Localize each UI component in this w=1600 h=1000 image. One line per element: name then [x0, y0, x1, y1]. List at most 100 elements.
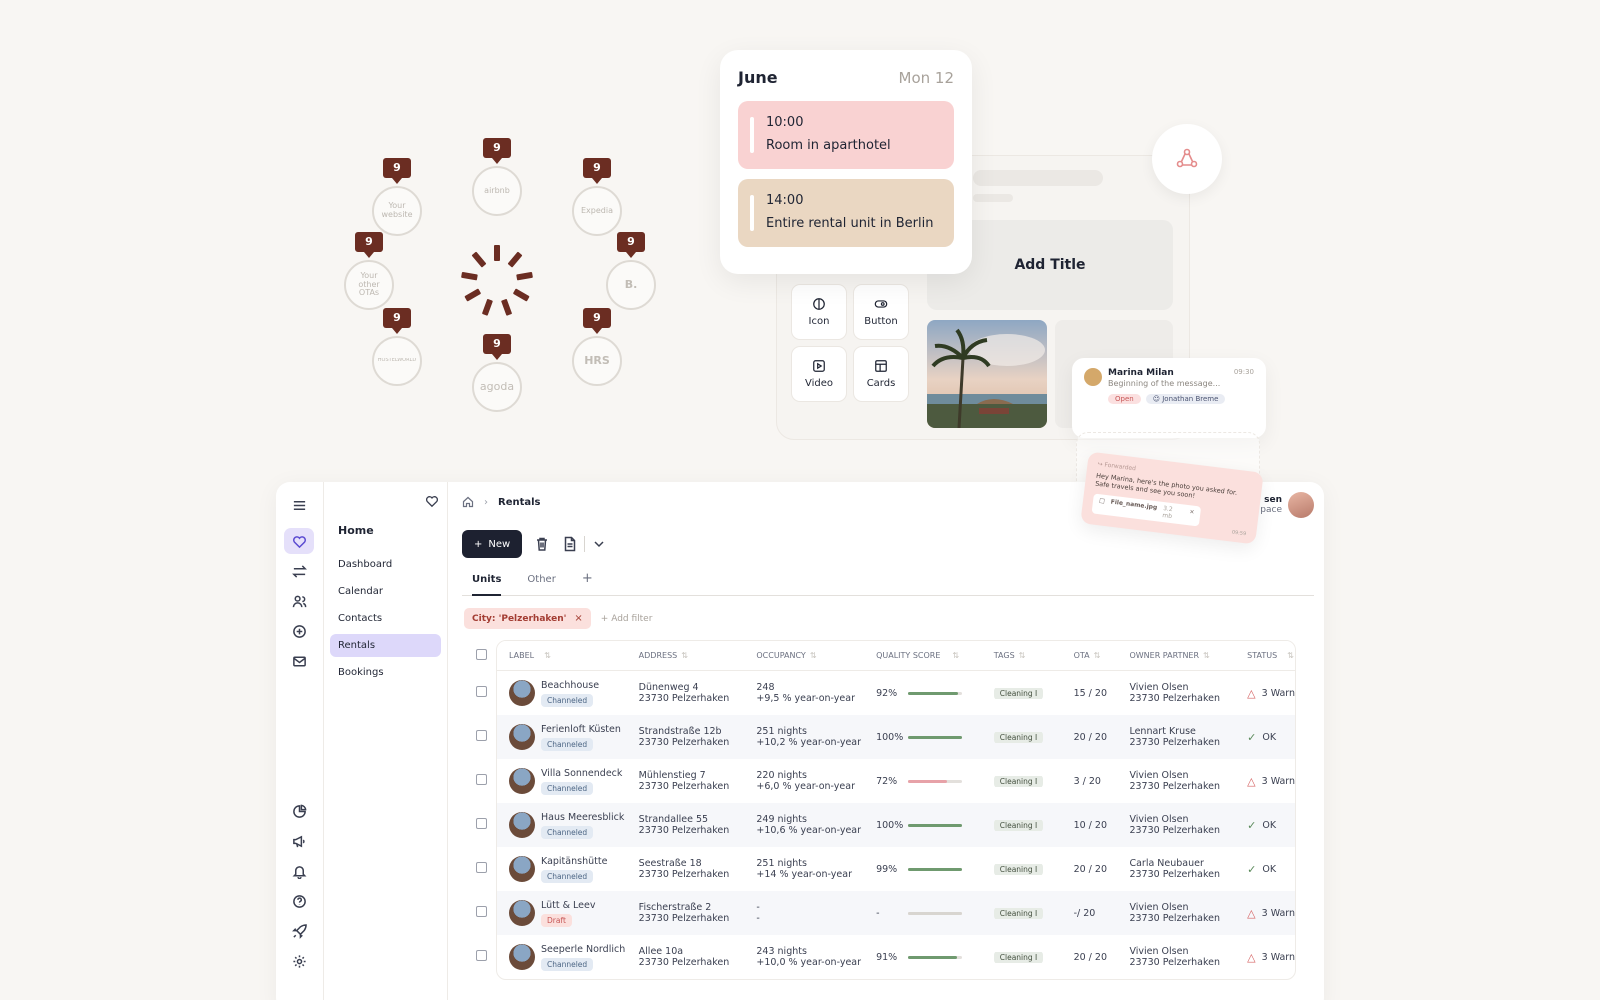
export-options-dropdown[interactable]	[591, 536, 607, 552]
ota-count-badge: 9	[617, 232, 645, 252]
skeleton-line	[973, 170, 1103, 186]
table-row[interactable]: Beachhouse Channeled Dünenweg 4 23730 Pelze…	[497, 671, 1295, 715]
file-size: 3.2 mb	[1161, 504, 1174, 520]
cell-tags: Cleaning I	[982, 819, 1062, 831]
table-row[interactable]: Lütt & Leev Draft Fischerstraße 2 23730 Pel…	[497, 891, 1295, 935]
row-checkbox[interactable]	[476, 730, 487, 741]
nav-marketing[interactable]	[284, 828, 314, 854]
owner-name[interactable]: Vivien Olsen	[1129, 682, 1235, 693]
table-row[interactable]: Villa Sonnendeck Channeled Mühlenstieg 7 23…	[497, 759, 1295, 803]
tab-other[interactable]: Other	[527, 574, 555, 596]
block-icon[interactable]: Icon	[791, 284, 847, 340]
block-cards[interactable]: Cards	[853, 346, 909, 402]
column-header[interactable]: ADDRESS ⇅	[627, 651, 745, 660]
delete-button[interactable]	[534, 536, 550, 552]
nav-mail[interactable]	[284, 648, 314, 674]
owner-city: 23730 Pelzerhaken	[1129, 957, 1221, 968]
sidebar-item-rentals[interactable]: Rentals	[330, 634, 441, 657]
tag-badge[interactable]: Cleaning I	[993, 863, 1044, 875]
table-row[interactable]: Ferienloft Küsten Channeled Strandstraße 1…	[497, 715, 1295, 759]
sort-icon: ⇅	[544, 651, 551, 660]
address-city: 23730 Pelzerhaken	[638, 869, 730, 880]
row-checkbox[interactable]	[476, 818, 487, 829]
close-icon[interactable]: ×	[1188, 508, 1195, 523]
row-checkbox[interactable]	[476, 906, 487, 917]
property-name[interactable]: Lütt & Leev	[541, 900, 595, 911]
home-icon[interactable]	[462, 496, 474, 508]
table-row[interactable]: Kapitänshütte Channeled Seestraße 18 23730 …	[497, 847, 1295, 891]
column-header[interactable]: OCCUPANCY ⇅	[744, 651, 864, 660]
sidebar-item-contacts[interactable]: Contacts	[330, 607, 441, 630]
row-checkbox[interactable]	[476, 950, 487, 961]
ota-count-badge: 9	[483, 138, 511, 158]
user-menu[interactable]: sen pace	[1260, 492, 1314, 518]
filter-chip-city[interactable]: City: 'Pelzerhaken' ×	[464, 608, 591, 629]
owner-name[interactable]: Carla Neubauer	[1129, 858, 1235, 869]
column-header[interactable]: OTA ⇅	[1062, 651, 1118, 660]
select-all-checkbox[interactable]	[476, 649, 487, 660]
owner-name[interactable]: Lennart Kruse	[1129, 726, 1235, 737]
status-text: 3 Warn	[1261, 951, 1296, 963]
add-filter-button[interactable]: + Add filter	[601, 614, 653, 624]
nav-transfers[interactable]	[284, 558, 314, 584]
property-name[interactable]: Beachhouse	[541, 680, 599, 691]
chat-preview-card[interactable]: Marina Milan Beginning of the message...…	[1072, 358, 1266, 438]
share-button[interactable]	[1152, 124, 1222, 194]
tag-badge[interactable]: Cleaning I	[993, 819, 1044, 831]
help-icon	[292, 894, 306, 908]
property-name[interactable]: Kapitänshütte	[541, 856, 607, 867]
tag-badge[interactable]: Cleaning I	[993, 775, 1044, 787]
row-checkbox[interactable]	[476, 774, 487, 785]
column-header[interactable]: QUALITY SCORE ⇅	[864, 651, 982, 660]
owner-name[interactable]: Vivien Olsen	[1129, 814, 1235, 825]
cell-quality-score: 92%	[864, 688, 982, 699]
table-row[interactable]: Seeperle Nordlich Channeled Allee 10a 23730…	[497, 935, 1295, 979]
nav-reports[interactable]	[284, 798, 314, 824]
export-button[interactable]	[562, 536, 578, 552]
nav-contacts[interactable]	[284, 588, 314, 614]
property-name[interactable]: Villa Sonnendeck	[541, 768, 622, 779]
block-button[interactable]: Button	[853, 284, 909, 340]
tag-badge[interactable]: Cleaning I	[993, 951, 1044, 963]
nav-notifications[interactable]	[284, 858, 314, 884]
nav-help[interactable]	[284, 888, 314, 914]
owner-name[interactable]: Vivien Olsen	[1129, 770, 1235, 781]
calendar-event[interactable]: 14:00 Entire rental unit in Berlin	[738, 179, 954, 247]
nav-settings[interactable]	[284, 948, 314, 974]
column-header[interactable]: OWNER PARTNER ⇅	[1117, 651, 1235, 660]
property-name[interactable]: Seeperle Nordlich	[541, 944, 625, 955]
sidebar-item-calendar[interactable]: Calendar	[330, 580, 441, 603]
row-checkbox[interactable]	[476, 686, 487, 697]
quality-score-fill	[908, 867, 962, 871]
owner-name[interactable]: Vivien Olsen	[1129, 946, 1235, 957]
add-tab-button[interactable]: +	[582, 571, 593, 595]
new-button[interactable]: + New	[462, 530, 523, 558]
nav-add[interactable]	[284, 618, 314, 644]
user-name: sen	[1264, 495, 1282, 505]
tab-units[interactable]: Units	[472, 574, 502, 596]
heart-icon[interactable]	[425, 494, 439, 508]
column-header[interactable]: LABEL ⇅	[497, 651, 627, 660]
table-row[interactable]: Haus Meeresblick Channeled Strandallee 55 2…	[497, 803, 1295, 847]
tag-badge[interactable]: Cleaning I	[993, 687, 1044, 699]
close-icon[interactable]: ×	[574, 613, 582, 624]
property-name[interactable]: Ferienloft Küsten	[541, 724, 621, 735]
column-header[interactable]: STATUS ⇅	[1235, 651, 1295, 660]
block-video[interactable]: Video	[791, 346, 847, 402]
sidebar-item-dashboard[interactable]: Dashboard	[330, 553, 441, 576]
tag-badge[interactable]: Cleaning I	[993, 907, 1044, 919]
calendar-event[interactable]: 10:00 Room in aparthotel	[738, 101, 954, 169]
ota-node-label: agoda	[479, 380, 515, 393]
cell-ota: 20 / 20	[1073, 731, 1107, 743]
nav-favorites[interactable]	[284, 528, 314, 554]
property-name[interactable]: Haus Meeresblick	[541, 812, 624, 823]
nav-launch[interactable]	[284, 918, 314, 944]
owner-name[interactable]: Vivien Olsen	[1129, 902, 1235, 913]
sidebar-item-bookings[interactable]: Bookings	[330, 661, 441, 684]
user-workspace: pace	[1260, 505, 1282, 515]
tag-badge[interactable]: Cleaning I	[993, 731, 1044, 743]
beach-photo[interactable]	[927, 320, 1047, 428]
row-checkbox[interactable]	[476, 862, 487, 873]
column-header[interactable]: TAGS ⇅	[982, 651, 1062, 660]
menu-button[interactable]	[284, 492, 314, 518]
